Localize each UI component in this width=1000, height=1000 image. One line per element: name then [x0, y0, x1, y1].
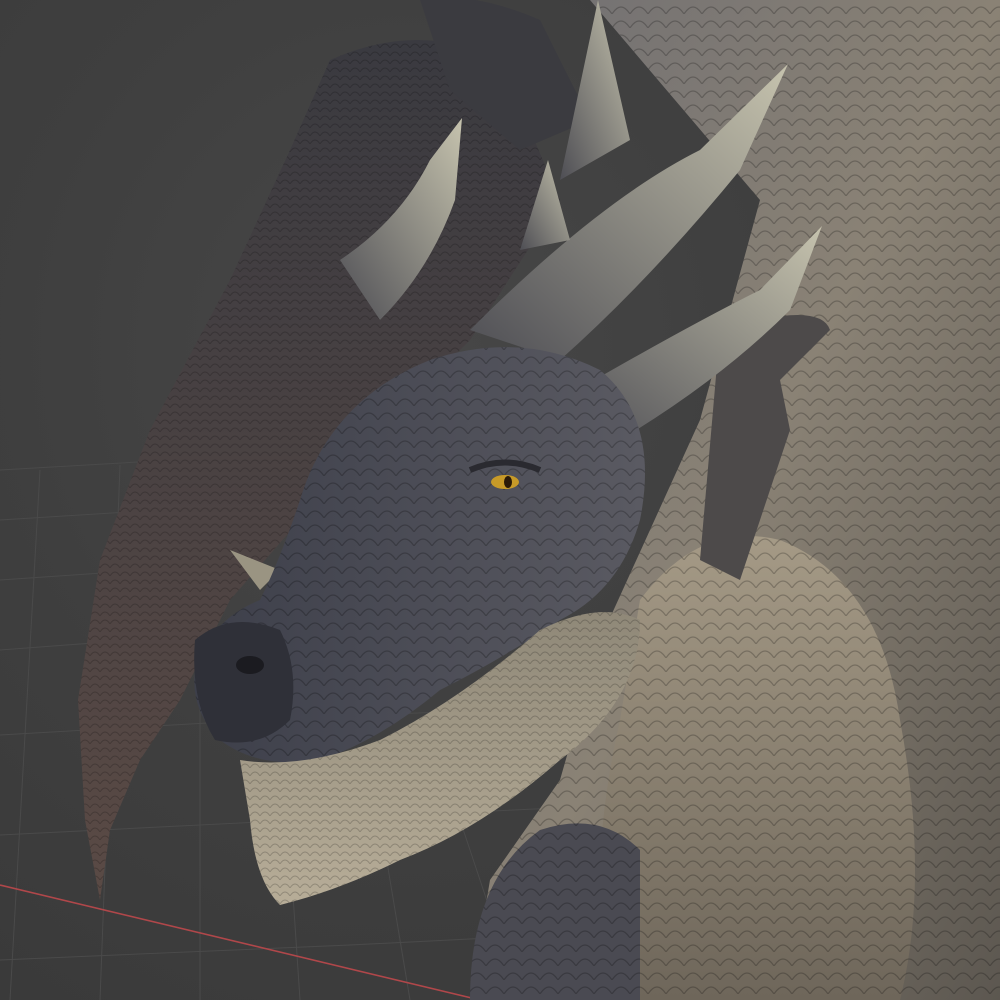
3d-viewport[interactable] — [0, 0, 1000, 1000]
dragon-model — [78, 0, 1000, 1000]
dragon-snout — [194, 622, 294, 743]
viewport-canvas[interactable] — [0, 0, 1000, 1000]
dragon-nostril — [236, 656, 264, 674]
